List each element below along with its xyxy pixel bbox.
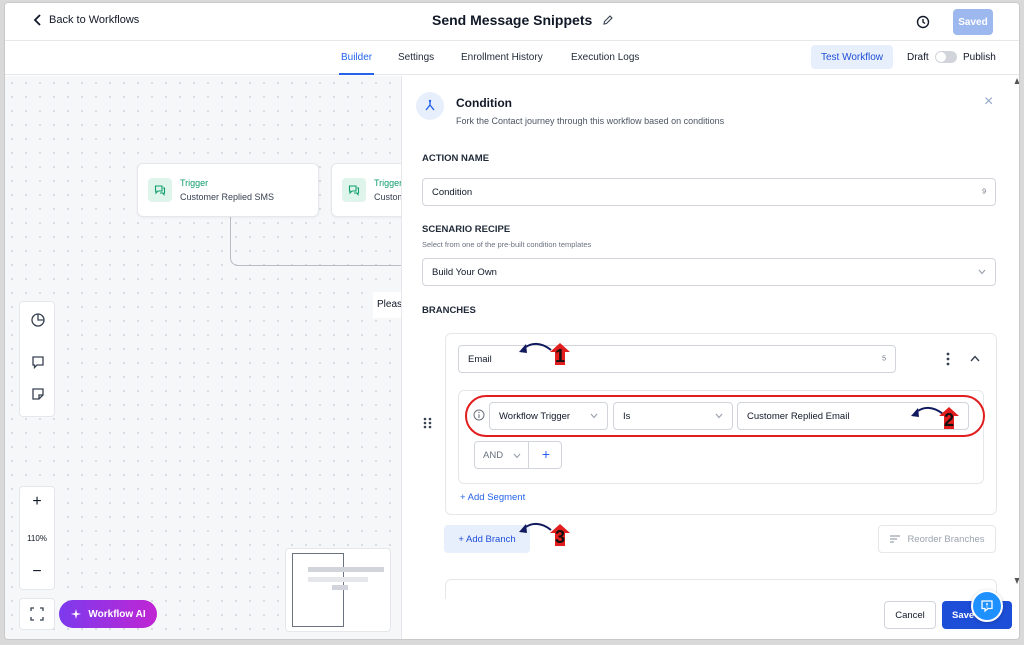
back-to-workflows-link[interactable]: Back to Workflows	[33, 14, 139, 26]
character-count: 9	[982, 188, 986, 196]
support-chat-icon[interactable]	[971, 590, 1003, 622]
add-segment-link[interactable]: + Add Segment	[460, 492, 525, 503]
zoom-level: 110%	[27, 534, 47, 543]
tab-settings[interactable]: Settings	[398, 52, 434, 63]
action-name-value: Condition	[432, 186, 473, 198]
expand-icon	[30, 607, 44, 621]
comment-icon[interactable]	[30, 354, 46, 370]
chevron-left-icon	[33, 14, 41, 26]
zoom-out-button[interactable]: −	[20, 563, 54, 581]
minimap-node	[332, 585, 348, 590]
character-count: 5	[882, 355, 886, 363]
reorder-branches-label: Reorder Branches	[907, 533, 985, 545]
chevron-up-icon[interactable]	[970, 355, 980, 362]
panel-title: Condition	[456, 96, 512, 110]
trigger-node-label: Trigger	[180, 178, 209, 188]
zoom-in-button[interactable]: +	[20, 493, 54, 511]
annotation-number-3: 3	[555, 527, 566, 547]
divider	[528, 442, 529, 468]
panel-scrollbar[interactable]	[1014, 76, 1020, 586]
workflow-ai-button[interactable]: Workflow AI	[59, 600, 157, 628]
scenario-recipe-value: Build Your Own	[432, 266, 497, 278]
scenario-recipe-heading: SCENARIO RECIPE	[422, 224, 511, 235]
action-name-input[interactable]: Condition 9	[422, 178, 996, 206]
trigger-node-subtitle: Customer Replied SMS	[180, 192, 275, 202]
back-label: Back to Workflows	[49, 14, 140, 26]
annotation-number-1: 1	[555, 346, 566, 366]
minimap-node	[308, 577, 368, 582]
fit-to-screen-button[interactable]	[19, 598, 55, 630]
trigger-node-label: Trigger	[374, 178, 403, 188]
history-icon[interactable]	[915, 14, 931, 30]
sort-icon	[890, 535, 901, 543]
top-bar: Back to Workflows Send Message Snippets …	[5, 3, 1019, 41]
reorder-branches-button[interactable]: Reorder Branches	[878, 525, 996, 553]
more-vertical-icon[interactable]	[946, 352, 950, 366]
canvas-toolbar	[19, 301, 55, 417]
chat-icon	[342, 178, 366, 202]
tab-enrollment-history[interactable]: Enrollment History	[461, 52, 543, 63]
trigger-node-email[interactable]: Trigger Customer Replied Email	[331, 163, 411, 217]
minimap[interactable]	[285, 548, 391, 632]
scenario-recipe-select[interactable]: Build Your Own	[422, 258, 996, 286]
chat-icon	[148, 178, 172, 202]
draft-label: Draft	[907, 52, 929, 63]
close-icon[interactable]: ×	[984, 94, 993, 110]
panel-description: Fork the Contact journey through this wo…	[456, 116, 725, 126]
condition-panel: Condition Fork the Contact journey throu…	[401, 76, 1019, 639]
scenario-recipe-subtitle: Select from one of the pre-built conditi…	[422, 240, 592, 249]
minimap-viewport[interactable]	[292, 553, 344, 627]
publish-toggle[interactable]	[935, 51, 957, 63]
tab-builder[interactable]: Builder	[338, 52, 375, 75]
zoom-controls: + 110% −	[19, 486, 55, 590]
action-name-heading: ACTION NAME	[422, 153, 490, 164]
pie-chart-icon[interactable]	[30, 312, 46, 328]
chevron-down-icon	[513, 453, 521, 459]
drag-handle-icon[interactable]	[422, 416, 434, 430]
branches-heading: BRANCHES	[422, 305, 476, 316]
workflow-canvas[interactable]: Trigger Customer Replied SMS Trigger Cus…	[5, 76, 411, 639]
annotation-arrow-icon	[519, 342, 552, 353]
annotation-number-2: 2	[944, 410, 955, 430]
chevron-down-icon	[978, 269, 986, 275]
publish-label: Publish	[963, 52, 996, 63]
branch-name-value: Email	[468, 353, 492, 365]
workflow-title: Send Message Snippets	[432, 12, 614, 28]
app-window: Back to Workflows Send Message Snippets …	[4, 2, 1020, 640]
add-condition-button[interactable]: +	[535, 446, 557, 462]
branch-connector	[230, 216, 410, 266]
and-selector[interactable]: AND +	[474, 441, 562, 469]
condition-icon	[416, 92, 444, 120]
minimap-node	[308, 567, 384, 572]
workflow-ai-label: Workflow AI	[88, 608, 146, 620]
tab-execution-logs[interactable]: Execution Logs	[571, 52, 639, 63]
sparkle-icon	[71, 609, 82, 619]
saved-button[interactable]: Saved	[953, 9, 993, 35]
cancel-button[interactable]: Cancel	[884, 601, 936, 629]
and-label: AND	[483, 450, 504, 461]
annotation-arrow-icon	[519, 522, 552, 533]
tab-bar: Builder Settings Enrollment History Exec…	[5, 41, 1019, 75]
partial-node-text: Please	[373, 292, 403, 318]
annotation-highlight-ring	[465, 395, 985, 437]
workflow-title-text: Send Message Snippets	[432, 12, 593, 28]
sticky-note-icon[interactable]	[30, 386, 46, 402]
pencil-icon[interactable]	[602, 14, 614, 26]
test-workflow-button[interactable]: Test Workflow	[811, 45, 893, 69]
trigger-node-sms[interactable]: Trigger Customer Replied SMS	[137, 163, 319, 217]
next-branch-card	[445, 579, 997, 599]
